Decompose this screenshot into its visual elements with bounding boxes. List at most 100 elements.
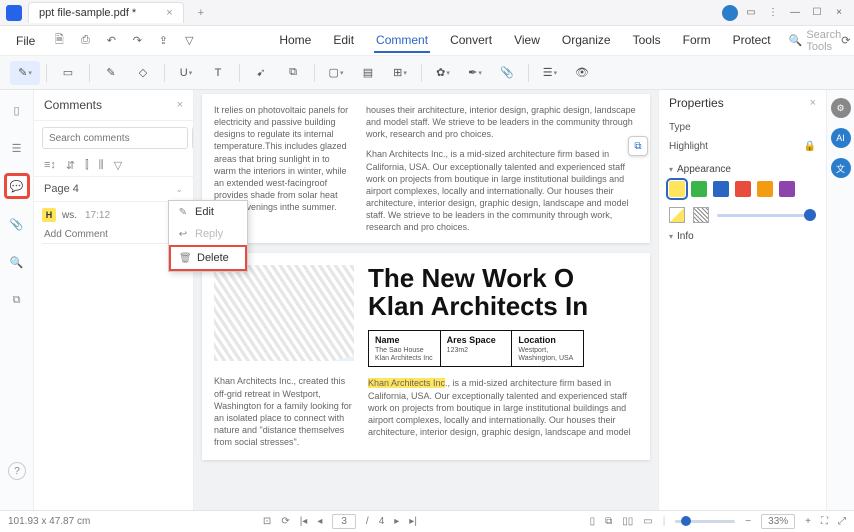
opacity-pattern[interactable] [693, 207, 709, 223]
tab-form[interactable]: Form [681, 29, 713, 53]
tab-title: ppt file-sample.pdf * [39, 7, 136, 19]
sync-icon[interactable]: ⟳ [841, 34, 850, 47]
filter-group-icon[interactable]: ⫿ [85, 159, 89, 172]
close-properties-icon[interactable]: × [810, 97, 816, 109]
last-page-icon[interactable]: ▸| [409, 516, 417, 527]
fit-page-icon[interactable]: ⛶ [821, 516, 828, 527]
filter-sort-icon[interactable]: ≡↕ [44, 159, 56, 172]
tab-tools[interactable]: Tools [631, 29, 663, 53]
opacity-slider[interactable] [717, 214, 816, 217]
area-highlight-tool[interactable]: ▭ [53, 61, 83, 85]
swatch-purple[interactable] [779, 181, 795, 197]
tab-view[interactable]: View [512, 29, 542, 53]
more-icon[interactable]: ⋮ [764, 4, 782, 22]
fill-color-picker[interactable] [669, 207, 685, 223]
two-page-icon[interactable]: ▯▯ [622, 516, 633, 527]
prev-page-icon[interactable]: ◂ [317, 516, 322, 527]
brush-icon[interactable]: ▽ [181, 33, 197, 49]
swatch-orange[interactable] [757, 181, 773, 197]
stamp-tool[interactable]: ✿▾ [428, 61, 458, 85]
new-tab-button[interactable]: + [192, 5, 210, 21]
attachments-icon[interactable]: 📎 [5, 212, 29, 236]
search-tools[interactable]: 🔍 Search Tools [789, 29, 842, 53]
zoom-slider[interactable] [675, 520, 735, 523]
comments-tab-icon[interactable]: 💬 [5, 174, 29, 198]
tab-home[interactable]: Home [277, 29, 313, 53]
right-rail: ⚙ AI 文 [826, 90, 854, 510]
document-viewport[interactable]: ⧉ It relies on photovoltaic panels for e… [194, 90, 658, 510]
add-comment-input[interactable] [42, 226, 185, 244]
close-tab-icon[interactable]: × [166, 7, 172, 19]
close-panel-icon[interactable]: × [177, 99, 183, 111]
callout-tool[interactable]: ➹ [246, 61, 276, 85]
menu-delete[interactable]: 🗑Delete [169, 245, 247, 271]
tab-protect[interactable]: Protect [731, 29, 773, 53]
signature-tool[interactable]: ✒▾ [460, 61, 490, 85]
filter-funnel-icon[interactable]: ▽ [114, 159, 122, 172]
swatch-green[interactable] [691, 181, 707, 197]
lock-icon[interactable]: 🔒 [804, 141, 816, 152]
maximize-button[interactable]: ☐ [808, 4, 826, 22]
search-panel-icon[interactable]: 🔍 [5, 250, 29, 274]
minimize-button[interactable]: — [786, 4, 804, 22]
document-tab[interactable]: ppt file-sample.pdf * × [28, 2, 184, 23]
attachment-tool[interactable]: 📎 [492, 61, 522, 85]
tab-edit[interactable]: Edit [331, 29, 356, 53]
read-mode-icon[interactable]: ▭ [643, 516, 652, 527]
filter-list-icon[interactable]: ⫼ [99, 159, 104, 172]
swatch-red[interactable] [735, 181, 751, 197]
menu-edit[interactable]: ✎Edit [169, 201, 247, 223]
properties-panel: Properties × Type Highlight 🔒 Appearance [658, 90, 826, 510]
save-icon[interactable]: 🗎 [51, 33, 67, 49]
text-callout-tool[interactable]: ⧉ [278, 61, 308, 85]
eraser-tool[interactable]: ◇ [128, 61, 158, 85]
measure-tool[interactable]: ⊞▾ [385, 61, 415, 85]
single-page-icon[interactable]: ▯ [590, 516, 596, 527]
tab-convert[interactable]: Convert [448, 29, 494, 53]
continuous-icon[interactable]: ⧉ [605, 516, 612, 527]
swatch-yellow[interactable] [669, 181, 685, 197]
fullscreen-icon[interactable]: ⤢ [838, 516, 846, 527]
share-icon[interactable]: ⇪ [155, 33, 171, 49]
ai-icon[interactable]: AI [831, 128, 851, 148]
chat-icon[interactable]: ▭ [742, 4, 760, 22]
underline-tool[interactable]: U▾ [171, 61, 201, 85]
redo-icon[interactable]: ↷ [129, 33, 145, 49]
rotate-icon[interactable]: ⟳ [281, 516, 289, 527]
note-tool[interactable]: ▤ [353, 61, 383, 85]
translate-icon[interactable]: 文 [831, 158, 851, 178]
next-page-icon[interactable]: ▸ [394, 516, 399, 527]
appearance-section[interactable]: Appearance [669, 164, 816, 175]
thumbnails-icon[interactable]: ▯ [5, 98, 29, 122]
first-page-icon[interactable]: |◂ [300, 516, 308, 527]
zoom-out-icon[interactable]: − [745, 516, 751, 527]
page-group[interactable]: Page 4 ⌄ [34, 176, 193, 202]
filter-expand-icon[interactable]: ⇵ [66, 159, 75, 172]
tab-comment[interactable]: Comment [374, 29, 430, 53]
highlighted-text[interactable]: Khan Architects Inc [368, 378, 445, 388]
help-icon[interactable]: ? [8, 462, 26, 480]
bookmarks-icon[interactable]: ☰ [5, 136, 29, 160]
crop-icon[interactable]: ⊡ [263, 516, 271, 527]
settings-icon[interactable]: ⚙ [831, 98, 851, 118]
swatch-blue[interactable] [713, 181, 729, 197]
undo-icon[interactable]: ↶ [103, 33, 119, 49]
page-number-input[interactable]: 3 [332, 514, 356, 529]
print-icon[interactable]: ⎙ [77, 33, 93, 49]
zoom-in-icon[interactable]: + [805, 516, 811, 527]
tab-organize[interactable]: Organize [560, 29, 613, 53]
layers-icon[interactable]: ⧉ [5, 288, 29, 312]
search-comments-input[interactable] [42, 127, 188, 149]
file-menu[interactable]: File [8, 30, 43, 52]
hide-comments-tool[interactable]: 👁 [567, 61, 597, 85]
close-window-button[interactable]: × [830, 4, 848, 22]
comments-list-tool[interactable]: ☰▾ [535, 61, 565, 85]
pencil-tool[interactable]: ✎ [96, 61, 126, 85]
zoom-value[interactable]: 33% [761, 514, 795, 529]
textbox-tool[interactable]: T [203, 61, 233, 85]
floating-copy-icon[interactable]: ⧉ [628, 136, 648, 156]
highlight-tool[interactable]: ✎▾ [10, 61, 40, 85]
user-avatar[interactable] [722, 5, 738, 21]
info-section[interactable]: Info [669, 231, 816, 242]
shape-tool[interactable]: ▢▾ [321, 61, 351, 85]
